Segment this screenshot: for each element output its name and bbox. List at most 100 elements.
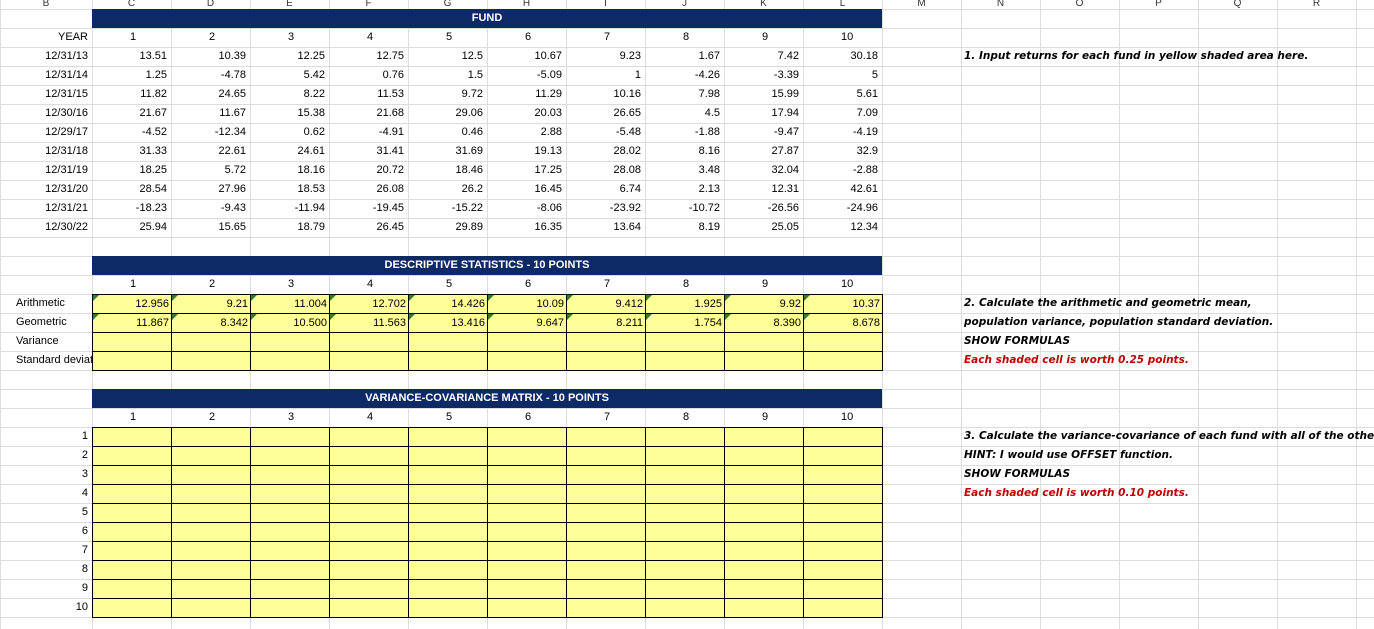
year-cell[interactable]: 12/31/20 — [0, 180, 90, 199]
stats-value-cell[interactable] — [171, 332, 251, 352]
stats-value-cell[interactable] — [724, 332, 804, 352]
return-cell[interactable]: 28.54 — [92, 180, 169, 199]
matrix-col-number[interactable]: 10 — [839, 408, 882, 427]
matrix-cell[interactable] — [803, 560, 883, 580]
return-cell[interactable]: -4.52 — [92, 123, 169, 142]
matrix-row-number[interactable]: 5 — [0, 503, 90, 522]
return-cell[interactable]: -4.19 — [803, 123, 880, 142]
year-cell[interactable]: 12/30/22 — [0, 218, 90, 237]
matrix-cell[interactable] — [408, 541, 488, 561]
matrix-cell[interactable] — [645, 503, 725, 523]
matrix-cell[interactable] — [329, 427, 409, 447]
matrix-cell[interactable] — [645, 446, 725, 466]
year-cell[interactable]: 12/31/18 — [0, 142, 90, 161]
matrix-cell[interactable] — [250, 484, 330, 504]
return-cell[interactable]: 0.62 — [250, 123, 327, 142]
return-cell[interactable]: 5.72 — [171, 161, 248, 180]
return-cell[interactable]: 1.67 — [645, 47, 722, 66]
matrix-cell[interactable] — [566, 427, 646, 447]
stats-value-cell[interactable] — [92, 351, 172, 371]
matrix-cell[interactable] — [566, 446, 646, 466]
return-cell[interactable]: 12.34 — [803, 218, 880, 237]
return-cell[interactable]: 3.48 — [645, 161, 722, 180]
return-cell[interactable]: 15.38 — [250, 104, 327, 123]
matrix-cell[interactable] — [92, 427, 172, 447]
return-cell[interactable]: 1 — [566, 66, 643, 85]
stats-value-cell[interactable]: 12.956 — [92, 294, 172, 314]
year-cell[interactable]: 12/30/16 — [0, 104, 90, 123]
stats-value-cell[interactable] — [408, 351, 488, 371]
matrix-cell[interactable] — [724, 446, 804, 466]
matrix-col-number[interactable]: 5 — [444, 408, 487, 427]
return-cell[interactable]: 28.02 — [566, 142, 643, 161]
matrix-cell[interactable] — [645, 427, 725, 447]
column-header[interactable]: I — [567, 0, 644, 8]
matrix-cell[interactable] — [645, 522, 725, 542]
return-cell[interactable]: 21.67 — [92, 104, 169, 123]
return-cell[interactable]: 26.65 — [566, 104, 643, 123]
stats-value-cell[interactable] — [408, 332, 488, 352]
column-header[interactable]: E — [251, 0, 328, 8]
return-cell[interactable]: -8.06 — [487, 199, 564, 218]
stats-value-cell[interactable] — [329, 351, 409, 371]
stats-fund-number[interactable]: 1 — [128, 275, 171, 294]
matrix-cell[interactable] — [408, 579, 488, 599]
matrix-cell[interactable] — [329, 446, 409, 466]
matrix-cell[interactable] — [803, 427, 883, 447]
matrix-cell[interactable] — [803, 579, 883, 599]
column-header[interactable]: F — [330, 0, 407, 8]
fund-number-header[interactable]: 5 — [444, 28, 487, 47]
return-cell[interactable]: 21.68 — [329, 104, 406, 123]
return-cell[interactable]: -26.56 — [724, 199, 801, 218]
stats-value-cell[interactable] — [566, 332, 646, 352]
return-cell[interactable]: 11.67 — [171, 104, 248, 123]
stats-value-cell[interactable]: 8.342 — [171, 313, 251, 333]
return-cell[interactable]: -9.47 — [724, 123, 801, 142]
return-cell[interactable]: 26.45 — [329, 218, 406, 237]
return-cell[interactable]: 0.76 — [329, 66, 406, 85]
matrix-cell[interactable] — [724, 503, 804, 523]
matrix-cell[interactable] — [329, 579, 409, 599]
fund-number-header[interactable]: 1 — [128, 28, 171, 47]
return-cell[interactable]: 15.65 — [171, 218, 248, 237]
matrix-cell[interactable] — [803, 446, 883, 466]
matrix-row-number[interactable]: 6 — [0, 522, 90, 541]
stats-value-cell[interactable]: 10.09 — [487, 294, 567, 314]
matrix-col-number[interactable]: 9 — [760, 408, 803, 427]
return-cell[interactable]: 13.51 — [92, 47, 169, 66]
matrix-cell[interactable] — [645, 541, 725, 561]
stats-value-cell[interactable] — [803, 351, 883, 371]
return-cell[interactable]: 7.42 — [724, 47, 801, 66]
stats-value-cell[interactable]: 13.416 — [408, 313, 488, 333]
return-cell[interactable]: 2.88 — [487, 123, 564, 142]
stats-fund-number[interactable]: 2 — [207, 275, 250, 294]
matrix-cell[interactable] — [408, 598, 488, 618]
stats-value-cell[interactable]: 1.754 — [645, 313, 725, 333]
return-cell[interactable]: -15.22 — [408, 199, 485, 218]
return-cell[interactable]: -4.91 — [329, 123, 406, 142]
matrix-cell[interactable] — [803, 598, 883, 618]
return-cell[interactable]: 27.96 — [171, 180, 248, 199]
matrix-cell[interactable] — [250, 560, 330, 580]
matrix-row-number[interactable]: 1 — [0, 427, 90, 446]
column-header[interactable]: B — [1, 0, 91, 8]
matrix-cell[interactable] — [171, 598, 251, 618]
fund-number-header[interactable]: 6 — [523, 28, 566, 47]
stats-fund-number[interactable]: 5 — [444, 275, 487, 294]
return-cell[interactable]: 29.89 — [408, 218, 485, 237]
matrix-cell[interactable] — [250, 446, 330, 466]
matrix-col-number[interactable]: 3 — [286, 408, 329, 427]
return-cell[interactable]: -1.88 — [645, 123, 722, 142]
stats-value-cell[interactable] — [645, 332, 725, 352]
stats-value-cell[interactable] — [803, 332, 883, 352]
return-cell[interactable]: 26.08 — [329, 180, 406, 199]
matrix-cell[interactable] — [171, 560, 251, 580]
matrix-cell[interactable] — [171, 522, 251, 542]
matrix-cell[interactable] — [92, 522, 172, 542]
column-header[interactable]: H — [488, 0, 565, 8]
matrix-col-number[interactable]: 8 — [681, 408, 724, 427]
fund-number-header[interactable]: 10 — [839, 28, 882, 47]
return-cell[interactable]: 2.13 — [645, 180, 722, 199]
matrix-cell[interactable] — [645, 484, 725, 504]
matrix-cell[interactable] — [487, 598, 567, 618]
